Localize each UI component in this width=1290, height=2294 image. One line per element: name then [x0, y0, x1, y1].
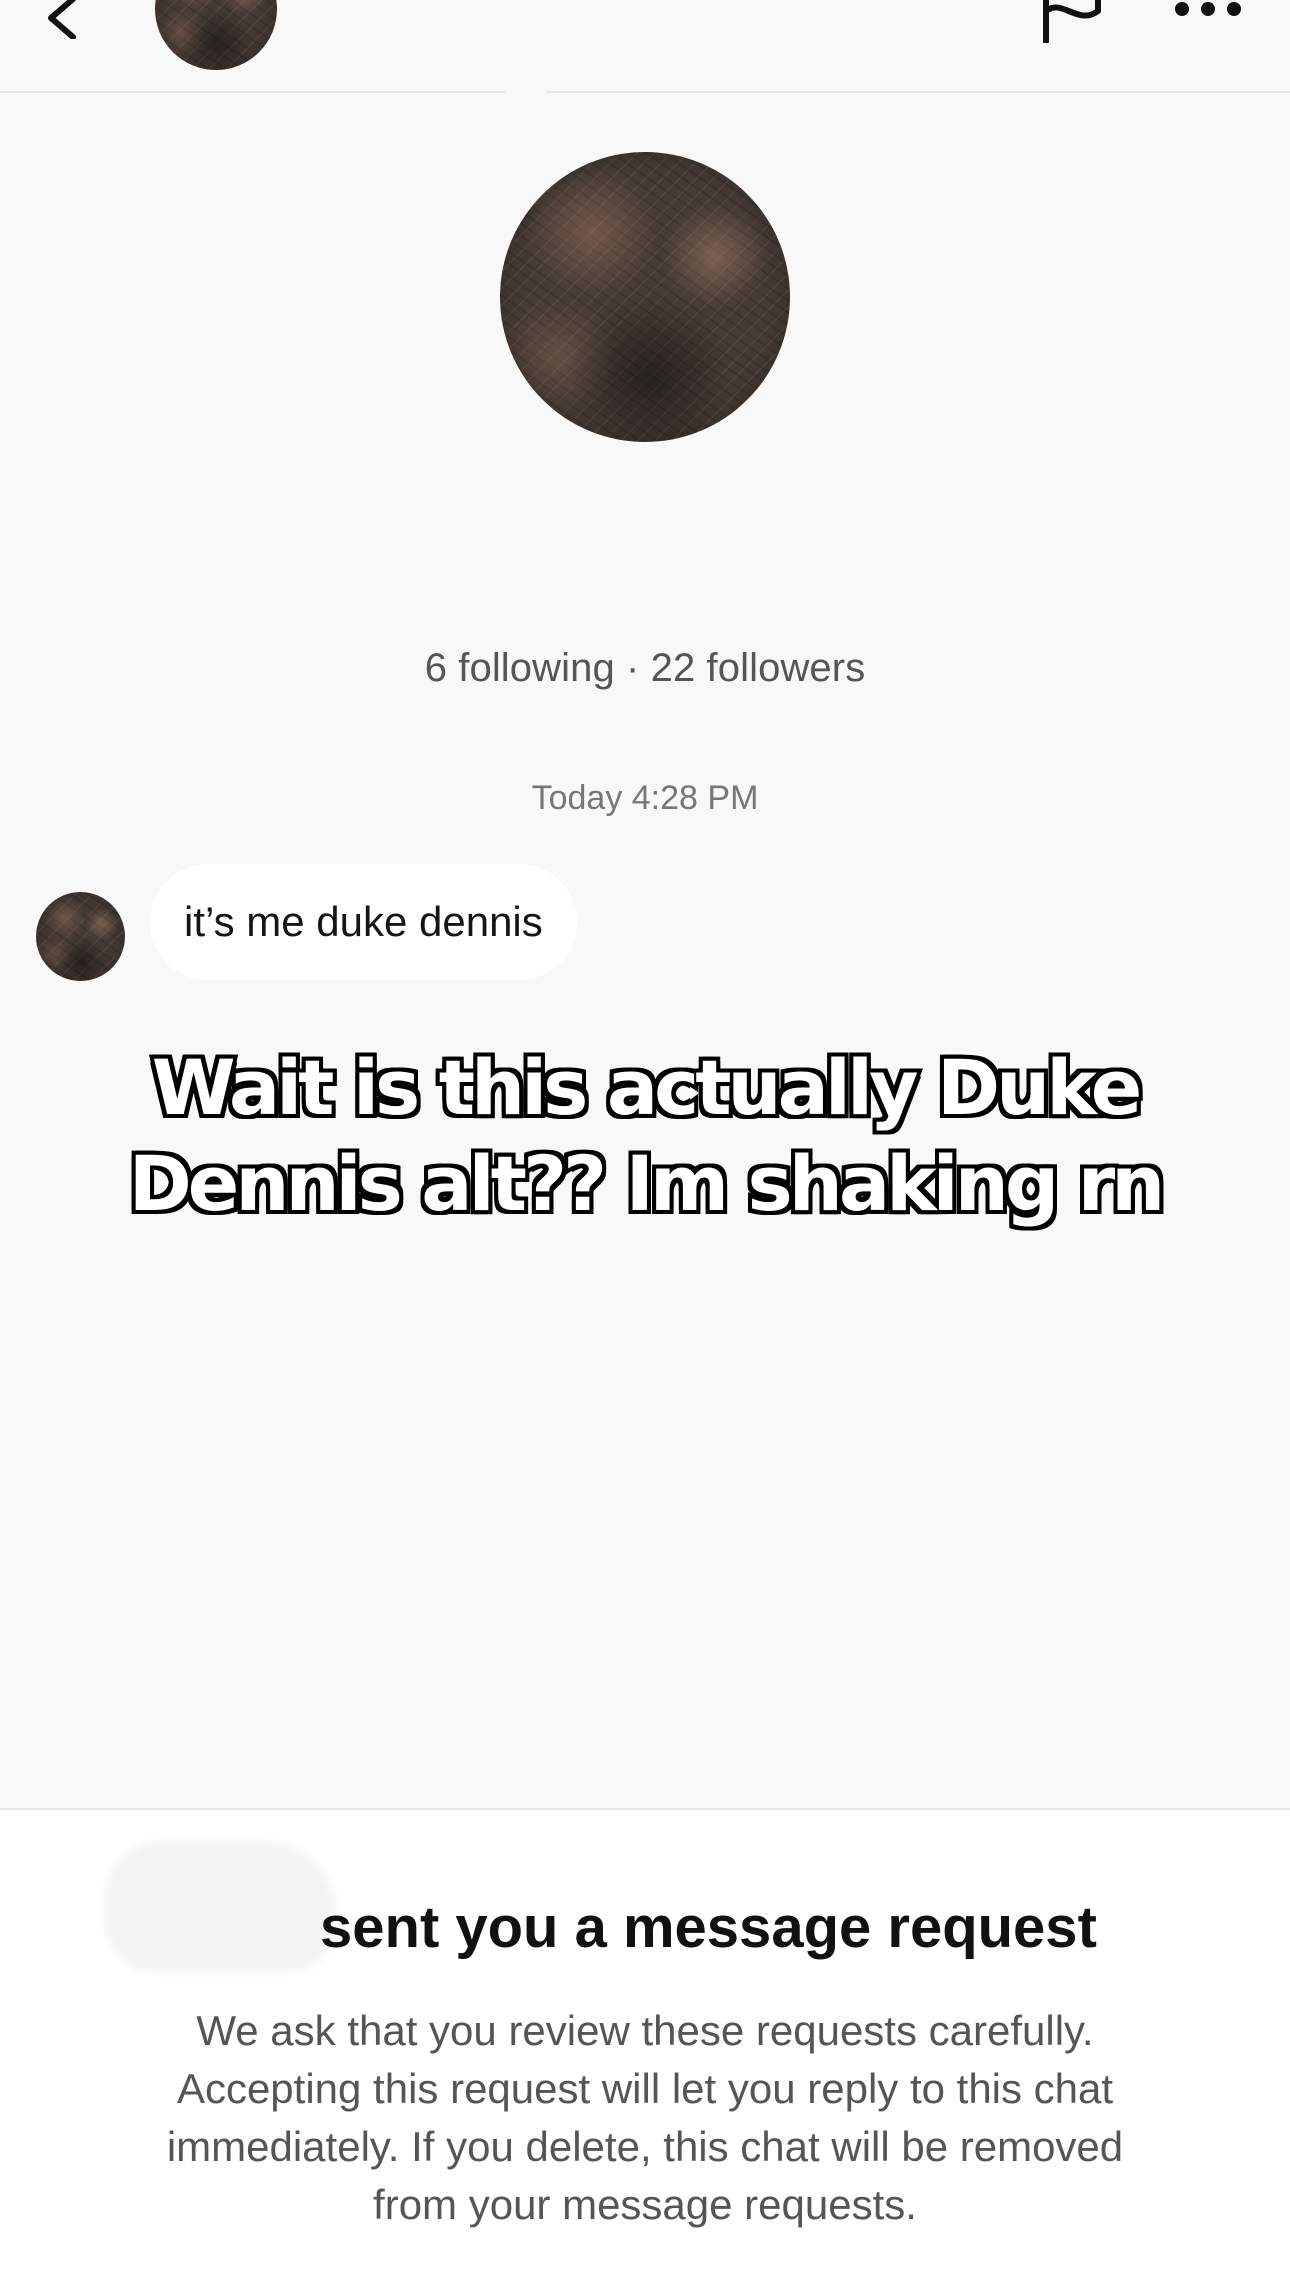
message-request-description: We ask that you review these requests ca… — [90, 2002, 1200, 2234]
message-request-title: sent you a message request — [320, 1895, 1097, 1960]
profile-avatar[interactable] — [500, 152, 790, 442]
description-line: Accepting this request will let you repl… — [176, 2065, 1114, 2112]
username-redaction — [113, 1850, 327, 1964]
header-divider-gap — [505, 88, 547, 96]
description-line: from your message requests. — [373, 2181, 917, 2228]
description-line: We ask that you review these requests ca… — [196, 2007, 1094, 2054]
incoming-message-row: it’s me duke dennis — [36, 864, 696, 984]
back-button[interactable] — [42, 0, 84, 40]
profile-follow-stats: 6 following · 22 followers — [424, 646, 866, 690]
caption-line: Wait is this actually Duke — [148, 1039, 1147, 1136]
message-text: it’s me duke dennis — [184, 898, 543, 945]
video-caption-overlay: Wait is this actually Duke Dennis alt?? … — [80, 1039, 1210, 1232]
chat-screen: 6 following · 22 followers Today 4:28 PM… — [0, 0, 1290, 2294]
report-button[interactable] — [1040, 0, 1102, 46]
sender-avatar[interactable] — [36, 892, 125, 981]
caption-line: Dennis alt?? Im shaking rn — [125, 1135, 1170, 1232]
message-bubble[interactable]: it’s me duke dennis — [150, 864, 577, 980]
more-options-button[interactable] — [1168, 0, 1248, 30]
chat-header — [0, 0, 1290, 96]
chevron-left-icon — [42, 0, 84, 42]
header-divider — [0, 91, 1290, 93]
header-avatar[interactable] — [155, 0, 277, 70]
flag-icon — [1040, 0, 1102, 46]
more-horizontal-icon — [1168, 0, 1248, 32]
message-timestamp: Today 4:28 PM — [531, 779, 759, 817]
description-line: immediately. If you delete, this chat wi… — [166, 2123, 1124, 2170]
